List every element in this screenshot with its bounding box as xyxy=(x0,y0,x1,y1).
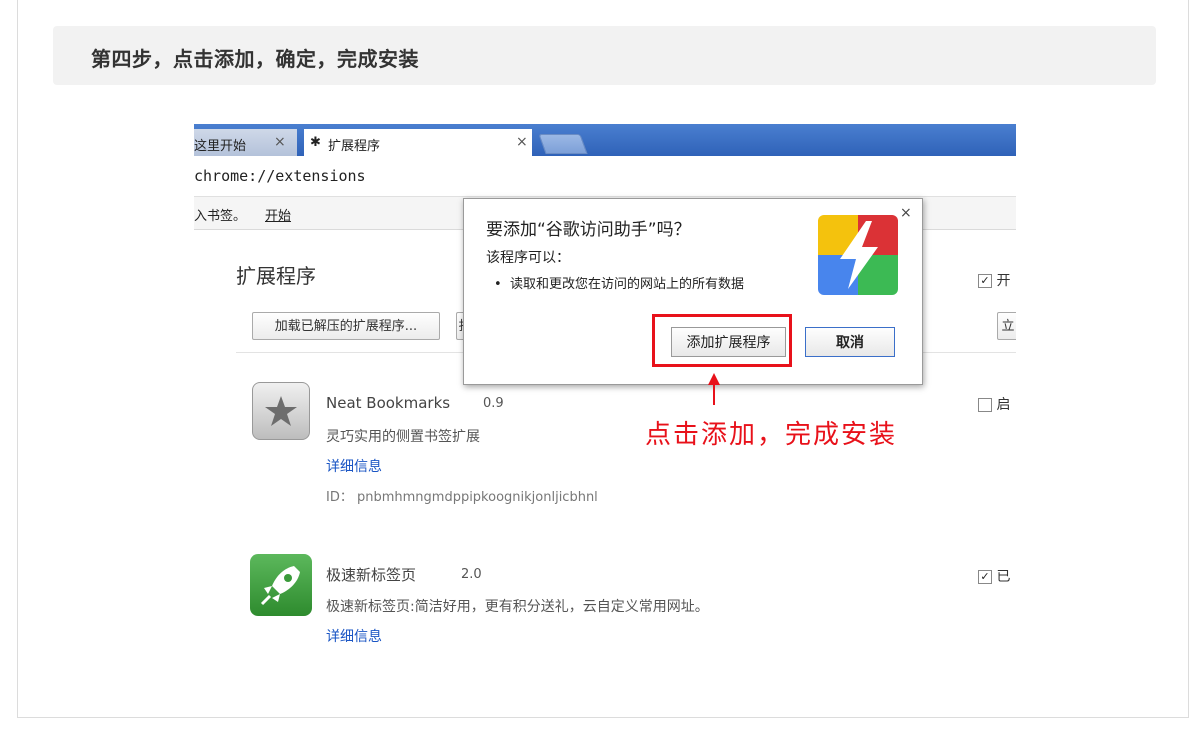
bookmarks-start-link[interactable]: 开始 xyxy=(265,205,291,224)
tab-extensions[interactable]: ✱ 扩展程序 × xyxy=(304,129,532,156)
annotation-text: 点击添加，完成安装 xyxy=(645,420,898,450)
permission-text: 读取和更改您在访问的网站上的所有数据 xyxy=(509,277,744,292)
load-unpacked-button[interactable]: 加载已解压的扩展程序... xyxy=(252,312,440,340)
enable-label: 启 xyxy=(996,397,1011,413)
page-title: 扩展程序 xyxy=(236,264,316,288)
extension-id: ID： pnbmhmngmdppipkoognikjonljicbhnl xyxy=(326,490,598,505)
extension-version: 2.0 xyxy=(461,567,482,582)
close-icon[interactable]: × xyxy=(900,205,912,221)
step-title: 第四步，点击添加，确定，完成安装 xyxy=(91,47,419,71)
star-icon xyxy=(252,382,310,440)
checkbox-checked-icon[interactable]: ✓ xyxy=(978,570,992,584)
tab-label: 扩展程序 xyxy=(328,139,381,154)
bookmarks-bar-text: 入书签。 xyxy=(194,209,247,224)
cancel-button[interactable]: 取消 xyxy=(805,327,895,357)
dialog-subtitle: 该程序可以： xyxy=(486,250,570,266)
enable-label: 已 xyxy=(996,569,1011,585)
extension-version: 0.9 xyxy=(483,396,504,411)
tab-label: 这里开始 xyxy=(194,139,247,154)
bullet-icon: • xyxy=(494,277,510,292)
details-link[interactable]: 详细信息 xyxy=(326,626,382,646)
details-link[interactable]: 详细信息 xyxy=(326,456,382,476)
dialog-title: 要添加“谷歌访问助手”吗？ xyxy=(486,220,691,240)
checkbox-unchecked-icon[interactable] xyxy=(978,398,992,412)
rocket-icon xyxy=(250,554,312,616)
url-text: chrome://extensions xyxy=(194,167,366,185)
close-tab-icon[interactable]: × xyxy=(516,134,528,150)
highlight-box xyxy=(652,314,792,367)
puzzle-icon: ✱ xyxy=(310,135,321,150)
enable-toggle[interactable]: ✓ 已 xyxy=(978,566,1010,586)
close-tab-icon[interactable]: × xyxy=(274,134,286,150)
extension-name: 极速新标签页 xyxy=(326,566,417,584)
permission-item: • 读取和更改您在访问的网站上的所有数据 xyxy=(494,273,744,292)
step-header: 第四步，点击添加，确定，完成安装 xyxy=(53,26,1156,85)
dev-mode-label: 开 xyxy=(996,273,1011,289)
tab-bar: 这里开始 × ✱ 扩展程序 × xyxy=(194,124,1016,156)
extension-description: 极速新标签页:简洁好用，更有积分送礼，云自定义常用网址。 xyxy=(326,599,709,615)
update-extensions-button[interactable]: 立 xyxy=(997,312,1016,340)
arrow-up-icon xyxy=(708,373,720,405)
checkbox-checked-icon[interactable]: ✓ xyxy=(978,274,992,288)
enable-toggle[interactable]: 启 xyxy=(978,394,1010,414)
lightning-app-icon xyxy=(818,215,898,295)
extension-name: Neat Bookmarks xyxy=(326,394,451,412)
extension-description: 灵巧实用的侧置书签扩展 xyxy=(326,429,480,445)
address-bar[interactable]: chrome://extensions xyxy=(194,156,1016,197)
tab-start[interactable]: 这里开始 × xyxy=(194,129,297,156)
dev-mode-toggle[interactable]: ✓ 开 xyxy=(978,270,1010,290)
new-tab-button[interactable] xyxy=(538,134,588,154)
